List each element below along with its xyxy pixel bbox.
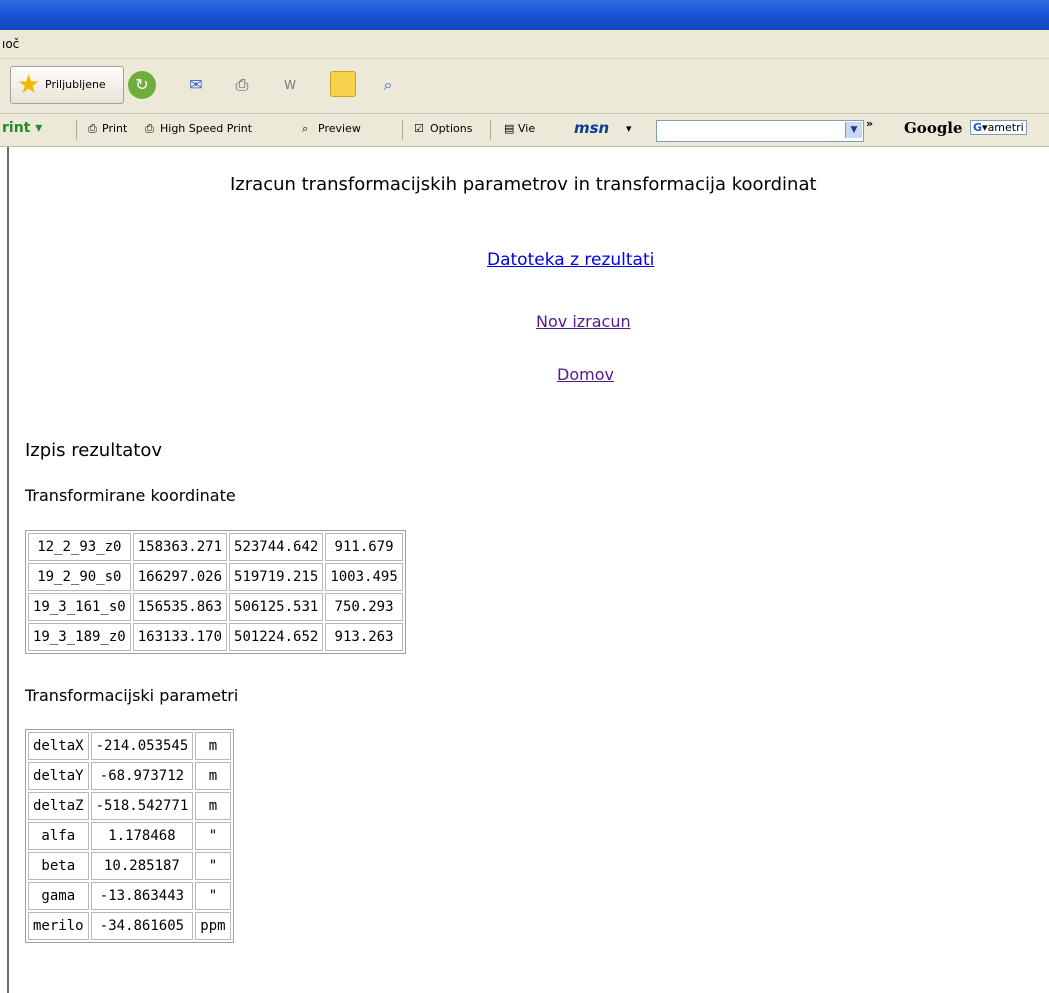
table-row: alfa 1.178468 " xyxy=(28,822,231,850)
high-speed-print-button[interactable]: High Speed Print xyxy=(160,122,252,135)
menu-item-help[interactable]: ıoč xyxy=(2,30,19,58)
frame-border xyxy=(7,147,9,993)
h-cell: 1003.495 xyxy=(325,563,403,591)
google-search-input[interactable]: G▾ametri xyxy=(970,120,1027,135)
param-unit-cell: " xyxy=(195,822,231,850)
y-cell: 506125.531 xyxy=(229,593,324,621)
window-titlebar xyxy=(0,0,1049,30)
note-icon[interactable] xyxy=(330,71,356,97)
param-unit-cell: m xyxy=(195,762,231,790)
view-button[interactable]: Vie xyxy=(518,122,535,135)
toolbar-overflow-chevron[interactable]: » xyxy=(866,117,873,130)
print-toolbar: rint ▾ ⎙ Print ⎙ High Speed Print ⌕ Prev… xyxy=(0,114,1049,147)
table-row: 19_3_189_z0 163133.170 501224.652 913.26… xyxy=(28,623,403,651)
edit-icon[interactable]: W xyxy=(276,71,304,99)
chevron-down-icon[interactable]: ▼ xyxy=(845,122,862,138)
param-value-cell: -214.053545 xyxy=(90,732,194,760)
param-value-cell: -518.542771 xyxy=(90,792,194,820)
param-value-cell: -68.973712 xyxy=(90,762,194,790)
x-cell: 166297.026 xyxy=(132,563,228,591)
h-cell: 913.263 xyxy=(325,623,403,651)
print-button[interactable]: Print xyxy=(102,122,127,135)
point-name-cell: 19_3_189_z0 xyxy=(28,623,131,651)
x-cell: 163133.170 xyxy=(132,623,228,651)
new-calculation-link[interactable]: Nov izracun xyxy=(536,312,631,331)
msn-search-input[interactable]: ▼ xyxy=(656,120,864,142)
table-row: deltaZ -518.542771 m xyxy=(28,792,231,820)
google-search-text: ametri xyxy=(987,121,1024,134)
param-name-cell: deltaY xyxy=(28,762,89,790)
param-name-cell: gama xyxy=(28,882,89,910)
toolbar-separator xyxy=(490,120,491,140)
param-name-cell: deltaZ xyxy=(28,792,89,820)
options-button[interactable]: Options xyxy=(430,122,472,135)
point-name-cell: 19_3_161_s0 xyxy=(28,593,131,621)
favorites-button[interactable]: ★ Priljubljene xyxy=(10,66,124,104)
param-unit-cell: ppm xyxy=(195,912,231,940)
table-row: beta 10.285187 " xyxy=(28,852,231,880)
table-row: gama -13.863443 " xyxy=(28,882,231,910)
menu-bar: ıoč xyxy=(0,30,1049,59)
param-value-cell: -34.861605 xyxy=(90,912,194,940)
h-cell: 750.293 xyxy=(325,593,403,621)
param-value-cell: 10.285187 xyxy=(90,852,194,880)
msn-logo[interactable]: msn xyxy=(574,119,609,137)
y-cell: 523744.642 xyxy=(229,533,324,561)
print-icon: ⎙ xyxy=(88,122,97,135)
msn-dropdown[interactable]: ▾ xyxy=(626,122,632,135)
home-link[interactable]: Domov xyxy=(557,365,614,384)
params-heading: Transformacijski parametri xyxy=(25,686,239,705)
preview-button[interactable]: Preview xyxy=(318,122,361,135)
table-row: deltaX -214.053545 m xyxy=(28,732,231,760)
x-cell: 156535.863 xyxy=(132,593,228,621)
history-icon[interactable]: ↻ xyxy=(128,71,156,99)
param-unit-cell: " xyxy=(195,882,231,910)
options-icon: ☑ xyxy=(414,122,424,135)
table-row: deltaY -68.973712 m xyxy=(28,762,231,790)
browser-toolbar: ★ Priljubljene ↻ ✉ ⎙ W ⌕ xyxy=(0,59,1049,114)
param-name-cell: alfa xyxy=(28,822,89,850)
page-content: Izracun transformacijskih parametrov in … xyxy=(0,147,1049,993)
mail-icon[interactable]: ✉ xyxy=(182,71,210,99)
preview-icon: ⌕ xyxy=(302,122,309,135)
param-unit-cell: m xyxy=(195,732,231,760)
print-menu[interactable]: rint ▾ xyxy=(2,120,42,136)
google-logo: Google xyxy=(904,119,963,137)
results-heading: Izpis rezultatov xyxy=(25,440,163,461)
point-name-cell: 12_2_93_z0 xyxy=(28,533,131,561)
toolbar-separator xyxy=(76,120,77,140)
toolbar-separator xyxy=(402,120,403,140)
table-row: 19_2_90_s0 166297.026 519719.215 1003.49… xyxy=(28,563,403,591)
param-value-cell: -13.863443 xyxy=(90,882,194,910)
results-file-link[interactable]: Datoteka z rezultati xyxy=(487,250,654,270)
h-cell: 911.679 xyxy=(325,533,403,561)
y-cell: 519719.215 xyxy=(229,563,324,591)
view-icon: ▤ xyxy=(504,122,515,135)
x-cell: 158363.271 xyxy=(132,533,228,561)
param-unit-cell: m xyxy=(195,792,231,820)
param-name-cell: merilo xyxy=(28,912,89,940)
printer-icon[interactable]: ⎙ xyxy=(228,71,256,99)
table-row: 12_2_93_z0 158363.271 523744.642 911.679 xyxy=(28,533,403,561)
param-value-cell: 1.178468 xyxy=(90,822,194,850)
printer-icon: ⎙ xyxy=(145,122,154,135)
coords-table: 12_2_93_z0 158363.271 523744.642 911.679… xyxy=(25,530,406,654)
favorites-label: Priljubljene xyxy=(45,78,106,91)
table-row: merilo -34.861605 ppm xyxy=(28,912,231,940)
params-table: deltaX -214.053545 m deltaY -68.973712 m… xyxy=(25,729,234,943)
param-name-cell: deltaX xyxy=(28,732,89,760)
param-name-cell: beta xyxy=(28,852,89,880)
table-row: 19_3_161_s0 156535.863 506125.531 750.29… xyxy=(28,593,403,621)
research-icon[interactable]: ⌕ xyxy=(374,71,402,99)
star-icon: ★ xyxy=(17,70,41,100)
page-title: Izracun transformacijskih parametrov in … xyxy=(230,174,817,195)
y-cell: 501224.652 xyxy=(229,623,324,651)
param-unit-cell: " xyxy=(195,852,231,880)
point-name-cell: 19_2_90_s0 xyxy=(28,563,131,591)
coords-heading: Transformirane koordinate xyxy=(25,486,236,505)
